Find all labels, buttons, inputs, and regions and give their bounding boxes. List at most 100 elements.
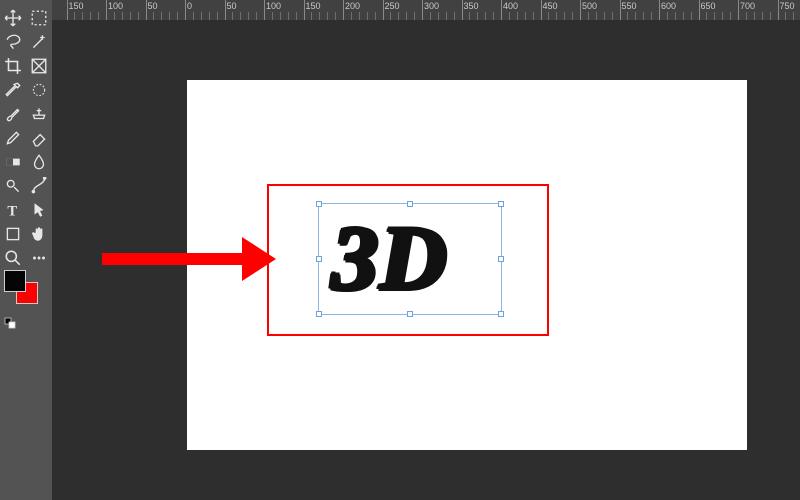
ruler-minor-tick <box>706 12 707 20</box>
ruler-minor-tick <box>232 12 233 20</box>
ruler-minor-tick <box>525 12 526 20</box>
blur-tool-icon <box>30 153 48 171</box>
ruler-minor-tick <box>612 12 613 20</box>
foreground-color[interactable] <box>4 270 26 292</box>
select-edge-tool-icon <box>30 81 48 99</box>
ruler-tick-label: 0 <box>187 1 192 11</box>
resize-handle-bl[interactable] <box>316 311 322 317</box>
horizontal-ruler[interactable]: 1501005005010015020025030035040045050055… <box>52 0 800 20</box>
select-edge-tool[interactable] <box>27 79 51 101</box>
ruler-minor-tick <box>785 12 786 20</box>
lasso-tool-icon <box>4 33 22 51</box>
ruler-minor-tick <box>335 12 336 20</box>
ruler-minor-tick <box>572 12 573 20</box>
resize-handle-tr[interactable] <box>498 201 504 207</box>
eraser-tool-icon <box>30 129 48 147</box>
resize-handle-mr[interactable] <box>498 256 504 262</box>
ruler-minor-tick <box>485 12 486 20</box>
eyedropper-tool[interactable] <box>1 79 25 101</box>
ruler-tick <box>67 0 68 20</box>
lasso-tool[interactable] <box>1 31 25 53</box>
ruler-minor-tick <box>754 12 755 20</box>
ruler-tick-label: 550 <box>622 1 637 11</box>
annotation-arrow-shaft <box>102 253 244 265</box>
ruler-minor-tick <box>272 12 273 20</box>
ruler-minor-tick <box>683 12 684 20</box>
ruler-tick-label: 700 <box>740 1 755 11</box>
options-tool[interactable] <box>27 247 51 269</box>
ruler-minor-tick <box>588 12 589 20</box>
ruler-minor-tick <box>746 12 747 20</box>
zoom-tool[interactable] <box>1 247 25 269</box>
text-tool[interactable]: T <box>1 199 25 221</box>
ruler-tick-label: 100 <box>266 1 281 11</box>
ruler-tick-label: 150 <box>69 1 84 11</box>
shape-tool[interactable] <box>1 223 25 245</box>
ruler-minor-tick <box>438 12 439 20</box>
brush-tool[interactable] <box>1 103 25 125</box>
ruler-minor-tick <box>319 12 320 20</box>
ruler-minor-tick <box>375 12 376 20</box>
resize-handle-tl[interactable] <box>316 201 322 207</box>
canvas-text[interactable]: 3D 3D 3D 3D 3D 3D 3D <box>332 212 448 304</box>
move-tool[interactable] <box>1 7 25 29</box>
blur-tool[interactable] <box>27 151 51 173</box>
color-swatches[interactable] <box>4 270 48 314</box>
ruler-minor-tick <box>177 12 178 20</box>
ruler-tick-label: 650 <box>701 1 716 11</box>
dodge-tool[interactable] <box>1 175 25 197</box>
ruler-minor-tick <box>351 12 352 20</box>
clone-stamp-tool-icon <box>30 105 48 123</box>
ruler-tick-label: 600 <box>661 1 676 11</box>
default-colors-icon[interactable] <box>4 317 16 329</box>
ruler-tick <box>738 0 739 20</box>
ruler-minor-tick <box>114 12 115 20</box>
ruler-minor-tick <box>691 12 692 20</box>
ruler-minor-tick <box>651 12 652 20</box>
ruler-minor-tick <box>82 12 83 20</box>
ruler-minor-tick <box>398 12 399 20</box>
gradient-tool[interactable] <box>1 151 25 173</box>
eraser-tool[interactable] <box>27 127 51 149</box>
ruler-tick <box>343 0 344 20</box>
ruler-minor-tick <box>722 12 723 20</box>
resize-handle-br[interactable] <box>498 311 504 317</box>
brush-tool-icon <box>4 105 22 123</box>
ruler-minor-tick <box>359 12 360 20</box>
ruler-tick-label: 450 <box>543 1 558 11</box>
ruler-tick-label: 200 <box>345 1 360 11</box>
pointer-tool-icon <box>30 201 48 219</box>
ruler-minor-tick <box>311 12 312 20</box>
ruler-minor-tick <box>762 12 763 20</box>
pointer-tool[interactable] <box>27 199 51 221</box>
dodge-tool-icon <box>4 177 22 195</box>
slice-tool-icon <box>30 57 48 75</box>
wand-tool[interactable] <box>27 31 51 53</box>
text-core-layer: 3D <box>332 207 448 309</box>
crop-tool[interactable] <box>1 55 25 77</box>
marquee-tool[interactable] <box>27 7 51 29</box>
hand-tool[interactable] <box>27 223 51 245</box>
ruler-minor-tick <box>477 12 478 20</box>
path-tool[interactable] <box>27 175 51 197</box>
app-viewport: T 15010050050100150200250300350400450500… <box>0 0 800 500</box>
work-area[interactable]: 3D 3D 3D 3D 3D 3D 3D <box>52 20 800 500</box>
ruler-minor-tick <box>627 12 628 20</box>
ruler-minor-tick <box>248 12 249 20</box>
clone-stamp-tool[interactable] <box>27 103 51 125</box>
ruler-minor-tick <box>564 12 565 20</box>
pencil-tool-icon <box>4 129 22 147</box>
ruler-minor-tick <box>643 12 644 20</box>
ruler-minor-tick <box>730 12 731 20</box>
resize-handle-ml[interactable] <box>316 256 322 262</box>
ruler-minor-tick <box>596 12 597 20</box>
slice-tool[interactable] <box>27 55 51 77</box>
pencil-tool[interactable] <box>1 127 25 149</box>
ruler-tick <box>304 0 305 20</box>
ruler-tick <box>699 0 700 20</box>
ruler-tick-label: 50 <box>227 1 237 11</box>
resize-handle-bm[interactable] <box>407 311 413 317</box>
ruler-tick <box>422 0 423 20</box>
path-tool-icon <box>30 177 48 195</box>
ruler-minor-tick <box>367 12 368 20</box>
